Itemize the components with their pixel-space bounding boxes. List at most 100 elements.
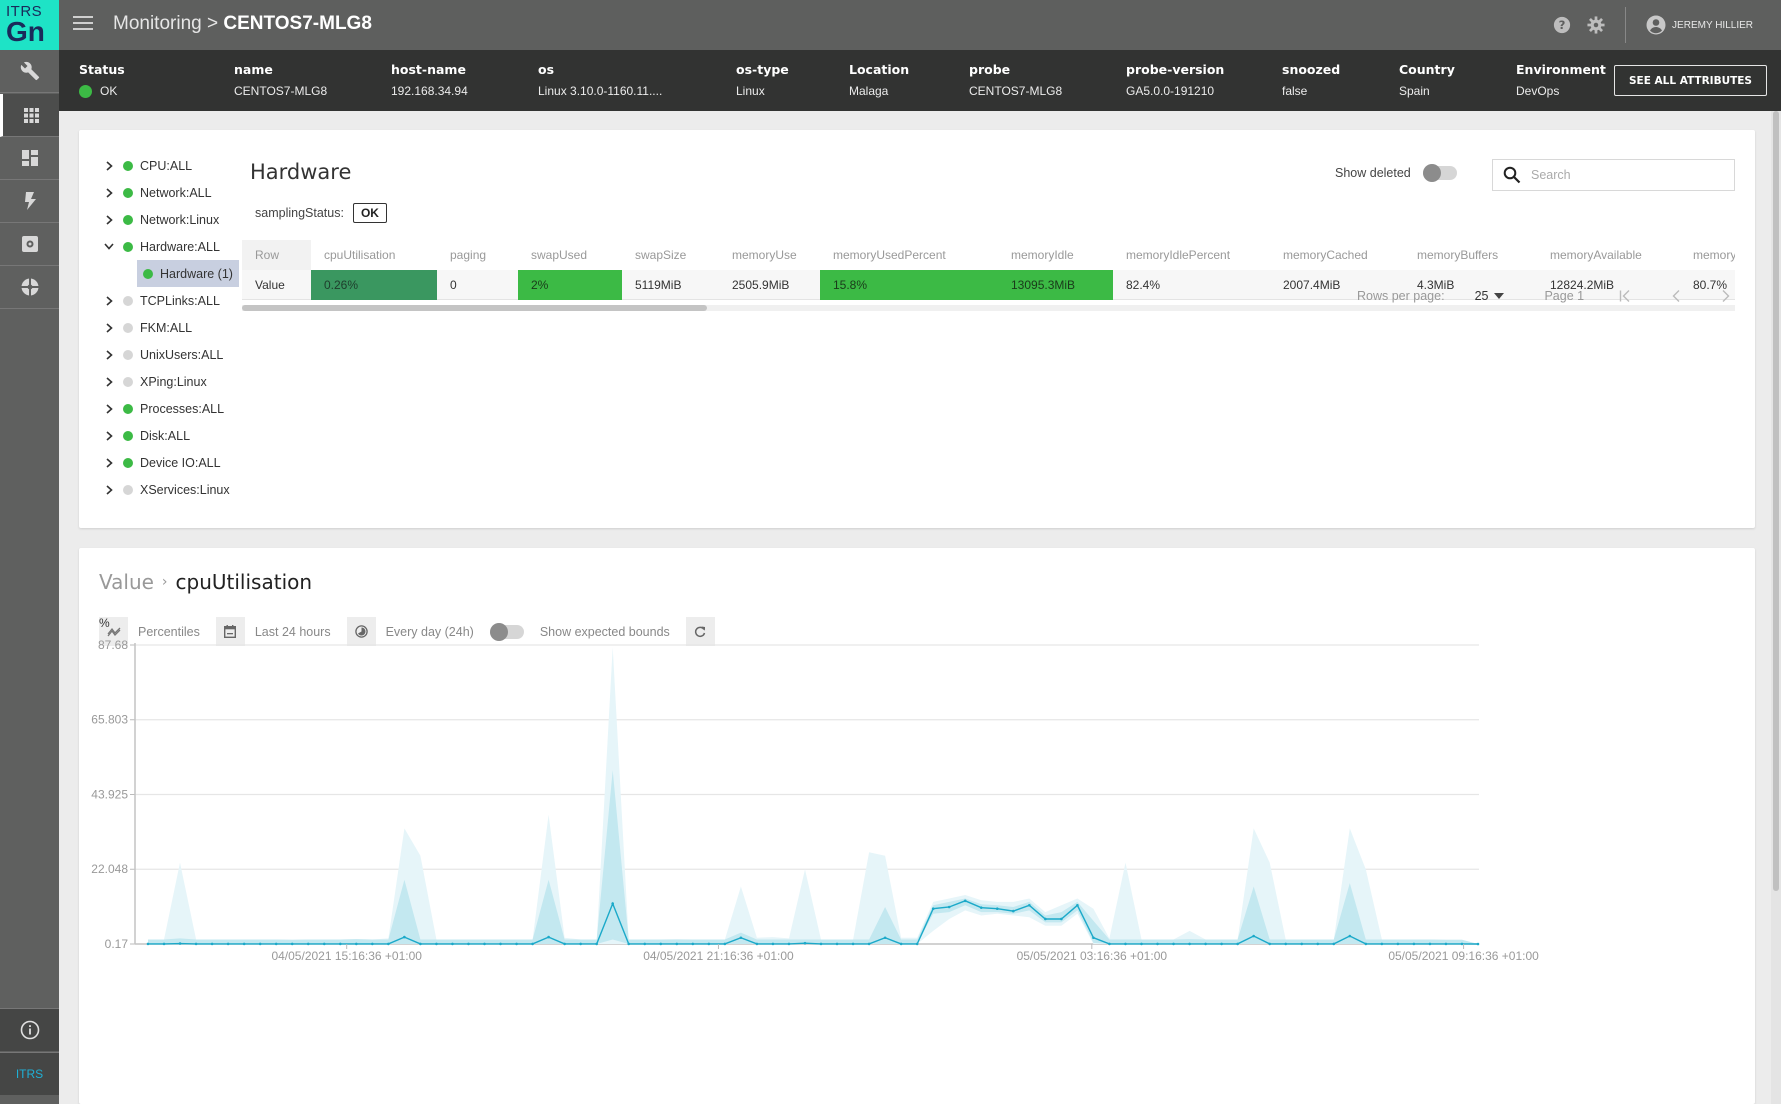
table-cell[interactable]: 0.26% [311, 269, 437, 300]
status-dot-icon [79, 84, 92, 98]
data-point [338, 942, 342, 946]
table-cell[interactable]: 0 [437, 270, 518, 300]
column-header[interactable]: Row [242, 240, 311, 270]
tree-item[interactable]: FKM:ALL [101, 314, 239, 341]
data-point [1444, 942, 1448, 946]
data-point [1012, 909, 1015, 913]
chevron-right-icon[interactable] [101, 320, 117, 336]
rail-item-settings[interactable] [0, 223, 59, 266]
page-scrollbar-thumb[interactable] [1773, 111, 1779, 891]
search-input[interactable] [1531, 168, 1711, 182]
column-header[interactable]: swapSize [622, 240, 719, 270]
see-all-attributes-button[interactable]: SEE ALL ATTRIBUTES [1613, 65, 1767, 96]
data-point [1396, 942, 1400, 946]
chevron-right-icon[interactable] [101, 347, 117, 363]
page-scrollbar[interactable] [1771, 111, 1781, 1104]
column-header[interactable]: memoryUsedPercent [820, 240, 998, 270]
table-cell[interactable]: 5119MiB [622, 270, 719, 300]
next-page-button[interactable] [1718, 288, 1734, 304]
table-cell[interactable]: 13095.3MiB [998, 269, 1113, 300]
chevron-right-icon[interactable] [101, 455, 117, 471]
tree-item[interactable]: Processes:ALL [101, 395, 239, 422]
column-header[interactable]: cpuUtilisation [311, 240, 437, 270]
chevron-right-icon[interactable] [101, 374, 117, 390]
user-menu[interactable]: JEREMY HILLIER [1646, 15, 1753, 35]
chevron-right-icon[interactable] [101, 401, 117, 417]
tree-item[interactable]: Hardware:ALL [101, 233, 239, 260]
tree-item[interactable]: UnixUsers:ALL [101, 341, 239, 368]
chevron-right-icon[interactable] [101, 293, 117, 309]
data-point [771, 942, 775, 946]
chevron-right-icon[interactable] [101, 185, 117, 201]
column-header[interactable]: paging [437, 240, 518, 270]
chevron-right-icon[interactable] [101, 428, 117, 444]
tree-item[interactable]: Network:ALL [101, 179, 239, 206]
status-dot-icon [123, 322, 133, 333]
table-cell[interactable]: 82.4% [1113, 270, 1270, 300]
data-point [258, 942, 262, 946]
table-cell[interactable]: 2% [518, 269, 622, 300]
column-header[interactable]: memoryBuffers [1404, 240, 1537, 270]
rows-per-page-select[interactable]: 25 [1475, 289, 1505, 303]
menu-icon[interactable] [73, 16, 93, 32]
column-header[interactable]: memoryAvailable [1537, 240, 1680, 270]
status-dot-icon [123, 214, 133, 225]
rail-item-reports[interactable] [0, 266, 59, 309]
chevron-down-icon[interactable] [101, 239, 117, 255]
settings-icon[interactable] [1587, 16, 1605, 34]
help-icon[interactable]: ? [1553, 16, 1571, 34]
table-scrollbar[interactable] [242, 305, 1735, 311]
attributes-bar: Status OK name CENTOS7-MLG8 host-name 19… [59, 50, 1781, 111]
rail-info-button[interactable] [0, 1008, 59, 1051]
table-cell[interactable]: 15.8% [820, 269, 998, 300]
itrs-logo[interactable]: ITRS Gn [0, 0, 59, 50]
tree-item-label: XServices:Linux [140, 482, 230, 497]
tree-item[interactable]: XServices:Linux [101, 476, 239, 503]
data-point [515, 942, 518, 946]
column-header[interactable]: swapUsed [518, 240, 622, 270]
breadcrumb-parent[interactable]: Monitoring [113, 13, 202, 34]
chart-card: Value › cpuUtilisation Percentiles Last … [79, 548, 1755, 1104]
column-header[interactable]: memoryIdlePercent [1113, 240, 1270, 270]
tree-item[interactable]: Device IO:ALL [101, 449, 239, 476]
rail-item-dashboards[interactable] [0, 137, 59, 180]
data-point [210, 942, 214, 946]
breadcrumb-current: CENTOS7-MLG8 [223, 13, 372, 34]
show-deleted-toggle[interactable] [1422, 164, 1457, 182]
column-header[interactable]: memoryUse [719, 240, 820, 270]
tree-item[interactable]: CPU:ALL [101, 152, 239, 179]
attr-value: CENTOS7-MLG8 [969, 84, 1063, 98]
rail-item-admin[interactable] [0, 50, 59, 93]
tree-item[interactable]: TCPLinks:ALL [101, 287, 239, 314]
table-scrollbar-thumb[interactable] [242, 305, 707, 311]
rail-item-events[interactable] [0, 180, 59, 223]
chevron-right-icon[interactable] [101, 212, 117, 228]
show-deleted-label: Show deleted [1335, 166, 1411, 180]
attr-value: Malaga [849, 84, 889, 98]
rail-itrs-link[interactable]: ITRS [0, 1052, 59, 1095]
tree-item-label: Hardware:ALL [140, 239, 220, 254]
tree-item[interactable]: XPing:Linux [101, 368, 239, 395]
attr-key: Status [79, 62, 125, 77]
first-page-button[interactable] [1618, 288, 1634, 304]
data-point [787, 942, 791, 946]
tree-item-selected[interactable]: Hardware (1) [101, 260, 239, 287]
column-header[interactable]: memory. [1680, 240, 1735, 270]
chevron-right-icon[interactable] [101, 482, 117, 498]
attr-name: name CENTOS7-MLG8 [234, 62, 327, 98]
tree-item[interactable]: Network:Linux [101, 206, 239, 233]
lightning-icon [24, 192, 36, 210]
column-header[interactable]: memoryCached [1270, 240, 1404, 270]
chevron-right-icon[interactable] [101, 158, 117, 174]
attr-value: OK [100, 84, 118, 98]
data-point [915, 942, 919, 946]
data-point [643, 942, 647, 946]
column-header[interactable]: memoryIdle [998, 240, 1113, 270]
left-rail: ITRS Gn ITRS [0, 0, 59, 1104]
table-cell[interactable]: 2505.9MiB [719, 270, 820, 300]
divider [1625, 7, 1627, 43]
prev-page-button[interactable] [1668, 288, 1684, 304]
tree-item[interactable]: Disk:ALL [101, 422, 239, 449]
rail-item-monitoring[interactable] [0, 94, 59, 137]
row-name-cell[interactable]: Value [242, 270, 311, 300]
